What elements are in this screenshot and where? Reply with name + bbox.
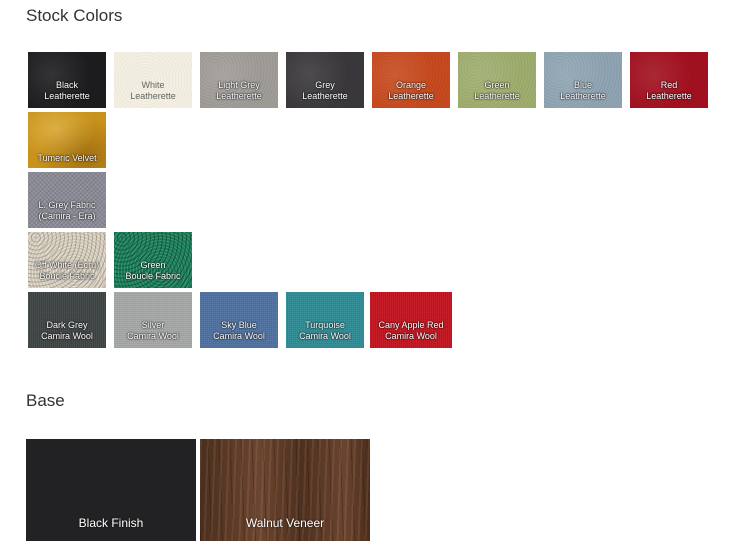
base-label: Walnut Veneer bbox=[245, 516, 325, 530]
swatch-green-leatherette[interactable]: Green Leatherette bbox=[458, 52, 536, 108]
swatch-label: Sky Blue Camira Wool bbox=[213, 320, 265, 341]
swatch-label: Green Leatherette bbox=[474, 80, 520, 101]
swatch-label: Grey Leatherette bbox=[302, 80, 348, 101]
swatch-red-leatherette[interactable]: Red Leatherette bbox=[630, 52, 708, 108]
stock-colors-title: Stock Colors bbox=[26, 6, 123, 25]
swatch-dark-grey-wool[interactable]: Dark Grey Camira Wool bbox=[28, 292, 106, 348]
swatch-blue-leatherette[interactable]: Blue Leatherette bbox=[544, 52, 622, 108]
swatch-label: Turquoise Camira Wool bbox=[299, 320, 351, 341]
base-label: Black Finish bbox=[78, 516, 144, 530]
swatch-label: Orange Leatherette bbox=[388, 80, 434, 101]
swatch-label: White Leatherette bbox=[130, 80, 176, 101]
swatch-candy-apple-red-wool[interactable]: Cany Apple Red Camira Wool bbox=[370, 292, 452, 348]
swatch-light-grey-fabric[interactable]: L. Grey Fabric (Camira - Era) bbox=[28, 172, 106, 228]
swatch-label: Light Grey Leatherette bbox=[216, 80, 262, 101]
swatch-orange-leatherette[interactable]: Orange Leatherette bbox=[372, 52, 450, 108]
swatch-label: Off White (Ecru) Boucle Fabric bbox=[34, 260, 100, 281]
swatch-tumeric-velvet[interactable]: Tumeric Velvet bbox=[28, 112, 106, 168]
swatch-white-leatherette[interactable]: White Leatherette bbox=[114, 52, 192, 108]
swatch-grey-leatherette[interactable]: Grey Leatherette bbox=[286, 52, 364, 108]
swatch-label: Red Leatherette bbox=[646, 80, 692, 101]
swatch-label: Tumeric Velvet bbox=[37, 152, 97, 163]
swatch-light-grey-leatherette[interactable]: Light Grey Leatherette bbox=[200, 52, 278, 108]
swatch-black-leatherette[interactable]: Black Leatherette bbox=[28, 52, 106, 108]
base-swatch-walnut-veneer[interactable]: Walnut Veneer bbox=[200, 439, 370, 541]
swatch-label: L. Grey Fabric (Camira - Era) bbox=[38, 200, 96, 221]
swatch-label: Blue Leatherette bbox=[560, 80, 606, 101]
base-title: Base bbox=[26, 391, 65, 410]
swatch-green-boucle[interactable]: Green Boucle Fabric bbox=[114, 232, 192, 288]
swatch-off-white-boucle[interactable]: Off White (Ecru) Boucle Fabric bbox=[28, 232, 106, 288]
swatch-label: Dark Grey Camira Wool bbox=[41, 320, 93, 341]
swatch-sky-blue-wool[interactable]: Sky Blue Camira Wool bbox=[200, 292, 278, 348]
swatch-label: Silver Camira Wool bbox=[127, 320, 179, 341]
base-swatch-black-finish[interactable]: Black Finish bbox=[26, 439, 196, 541]
swatch-label: Green Boucle Fabric bbox=[125, 260, 181, 281]
swatch-silver-wool[interactable]: Silver Camira Wool bbox=[114, 292, 192, 348]
swatch-turquoise-wool[interactable]: Turquoise Camira Wool bbox=[286, 292, 364, 348]
swatch-label: Cany Apple Red Camira Wool bbox=[378, 320, 444, 341]
swatch-label: Black Leatherette bbox=[44, 80, 90, 101]
